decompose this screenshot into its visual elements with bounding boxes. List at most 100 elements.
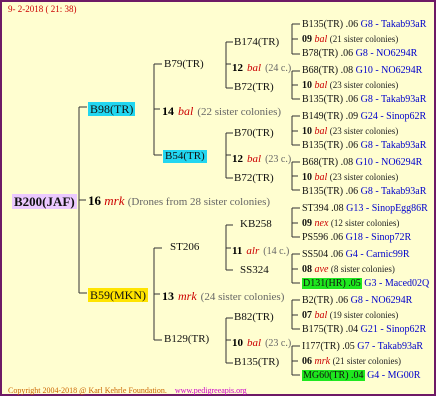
g2-info-4: 10 bal (23 c.): [232, 334, 291, 350]
g3-queen-1: B174(TR): [234, 36, 280, 48]
g4-bot-id-7: MG60(TR) .04: [302, 370, 365, 381]
g4-top-id-2: B149(TR) .09: [302, 111, 359, 122]
g2-species-4: bal: [247, 337, 262, 349]
g2-queen-1: B79(TR): [164, 58, 204, 70]
g4-top-loc-3: G10 - NO6294R: [355, 157, 423, 168]
g2-species-3: alr: [246, 245, 260, 257]
dam-sisters: (24 sister colonies): [200, 291, 285, 303]
sire-year: 14: [162, 104, 174, 118]
g3-queen-7: B82(TR): [234, 311, 274, 323]
g4-bot-id-0: B78(TR) .06: [302, 48, 354, 59]
g4-top-loc-5: G4 - Carnic99R: [345, 249, 410, 260]
g4-mid-sp-0: bal: [314, 34, 328, 45]
g4-top-loc-4: G13 - SinopEgg86R: [346, 203, 428, 214]
g4-bot-id-1: B135(TR) .06: [302, 94, 359, 105]
g4-mid-4: 09 nex (12 sister colonies): [302, 219, 399, 229]
g4-mid-note-7: (21 sister colonies): [332, 356, 402, 366]
g4-mid-note-1: (23 sister colonies): [329, 80, 399, 90]
g4-bot-id-6: B175(TR) .04: [302, 324, 359, 335]
root-queen: B200(JAF): [12, 194, 77, 209]
g4-top-3: B68(TR) .08 G10 - NO6294R: [302, 158, 422, 168]
g4-mid-sp-1: bal: [314, 80, 328, 91]
g4-top-0: B135(TR) .06 G8 - Takab93aR: [302, 20, 426, 30]
g4-mid-7: 06 mrk (21 sister colonies): [302, 357, 401, 367]
g4-top-id-6: B2(TR) .06: [302, 295, 349, 306]
g4-mid-3: 10 bal (23 sister colonies): [302, 173, 398, 183]
g4-bot-loc-6: G21 - Sinop62R: [360, 324, 427, 335]
g4-mid-year-3: 10: [302, 172, 312, 183]
g4-mid-6: 07 bal (19 sister colonies): [302, 311, 398, 321]
g4-bot-loc-4: G18 - Sinop72R: [345, 232, 412, 243]
g4-top-loc-6: G8 - NO6294R: [350, 295, 413, 306]
sire-sisters: (22 sister colonies): [197, 106, 282, 118]
g2-species-1: bal: [247, 62, 262, 74]
g4-bot-id-4: PS596 .06: [302, 232, 344, 243]
g2-year-4: 10: [232, 337, 243, 349]
g4-top-id-5: SS504 .06: [302, 249, 344, 260]
g4-top-7: I177(TR) .05 G7 - Takab93aR: [302, 342, 423, 352]
g4-mid-year-6: 07: [302, 310, 312, 321]
g2-queen-2: B54(TR): [163, 150, 207, 163]
g2-sisters-4: (23 c.): [265, 338, 292, 349]
g4-top-loc-0: G8 - Takab93aR: [360, 19, 427, 30]
g3-queen-5: KB258: [240, 218, 272, 230]
g3-queen-2: B72(TR): [234, 81, 274, 93]
g4-bot-id-3: B135(TR) .06: [302, 186, 359, 197]
g4-top-2: B149(TR) .09 G24 - Sinop62R: [302, 112, 426, 122]
g2-sisters-3: (14 c.): [263, 246, 290, 257]
pedigree-frame: 9- 2-2018 ( 21: 38) B200(JAF) 16 mrk (Dr…: [0, 0, 436, 396]
g4-mid-year-4: 09: [302, 218, 312, 229]
g4-mid-sp-3: bal: [314, 172, 328, 183]
root-year-species: 16 mrk (Drones from 28 sister colonies): [88, 194, 270, 208]
g2-species-2: bal: [247, 153, 262, 165]
g2-year-2: 12: [232, 153, 243, 165]
g2-info-1: 12 bal (24 c.): [232, 59, 291, 75]
g4-bot-loc-7: G4 - MG00R: [367, 370, 421, 381]
dam-queen: B59(MKN): [88, 288, 148, 302]
sire-year-species: 14 bal (22 sister colonies): [162, 103, 281, 119]
date-stamp: 9- 2-2018 ( 21: 38): [8, 4, 77, 14]
g4-bot-2: B135(TR) .06 G8 - Takab93aR: [302, 141, 426, 151]
g4-mid-sp-4: nex: [314, 218, 329, 229]
g2-year-3: 11: [232, 245, 243, 257]
g4-bot-3: B135(TR) .06 G8 - Takab93aR: [302, 187, 426, 197]
g4-bot-loc-3: G8 - Takab93aR: [360, 186, 427, 197]
g2-queen-3: ST206: [170, 241, 200, 253]
dam-species: mrk: [178, 289, 197, 303]
g4-mid-note-5: (8 sister colonies): [330, 264, 395, 274]
copyright-text: Copyright 2004-2018 @ Karl Kehrle Founda…: [8, 386, 167, 395]
g4-top-loc-2: G24 - Sinop62R: [360, 111, 427, 122]
site-link[interactable]: www.pedigreeapis.org: [175, 386, 247, 395]
sire-species: bal: [178, 104, 194, 118]
g2-year-1: 12: [232, 62, 243, 74]
sire-queen: B98(TR): [88, 102, 136, 116]
g4-bot-loc-2: G8 - Takab93aR: [360, 140, 427, 151]
g4-mid-sp-2: bal: [314, 126, 328, 137]
g4-bot-loc-5: G3 - Maced02Q: [364, 278, 430, 289]
dam-year: 13: [162, 289, 174, 303]
g4-mid-0: 09 bal (21 sister colonies): [302, 35, 398, 45]
g4-mid-note-0: (21 sister colonies): [329, 34, 399, 44]
g2-queen-4: B129(TR): [164, 333, 210, 345]
g4-mid-2: 10 bal (23 sister colonies): [302, 127, 398, 137]
g4-bot-1: B135(TR) .06 G8 - Takab93aR: [302, 95, 426, 105]
g3-queen-6: SS324: [240, 264, 269, 276]
g4-mid-sp-5: ave: [314, 264, 329, 275]
g3-queen-8: B135(TR): [234, 356, 280, 368]
g4-mid-note-4: (12 sister colonies): [330, 218, 400, 228]
root-species: mrk: [104, 193, 125, 208]
g4-mid-1: 10 bal (23 sister colonies): [302, 81, 398, 91]
g4-mid-sp-7: mrk: [314, 356, 331, 367]
g4-top-4: ST394 .08 G13 - SinopEgg86R: [302, 204, 428, 214]
g4-top-1: B68(TR) .08 G10 - NO6294R: [302, 66, 422, 76]
g4-top-id-0: B135(TR) .06: [302, 19, 359, 30]
g4-mid-sp-6: bal: [314, 310, 328, 321]
g4-bot-4: PS596 .06 G18 - Sinop72R: [302, 233, 411, 243]
g2-info-2: 12 bal (23 c.): [232, 150, 291, 166]
g4-top-id-3: B68(TR) .08: [302, 157, 354, 168]
root-year: 16: [88, 193, 101, 208]
g3-queen-3: B70(TR): [234, 127, 274, 139]
g4-top-loc-7: G7 - Takab93aR: [357, 341, 424, 352]
g3-queen-4: B72(TR): [234, 172, 274, 184]
g4-mid-year-1: 10: [302, 80, 312, 91]
